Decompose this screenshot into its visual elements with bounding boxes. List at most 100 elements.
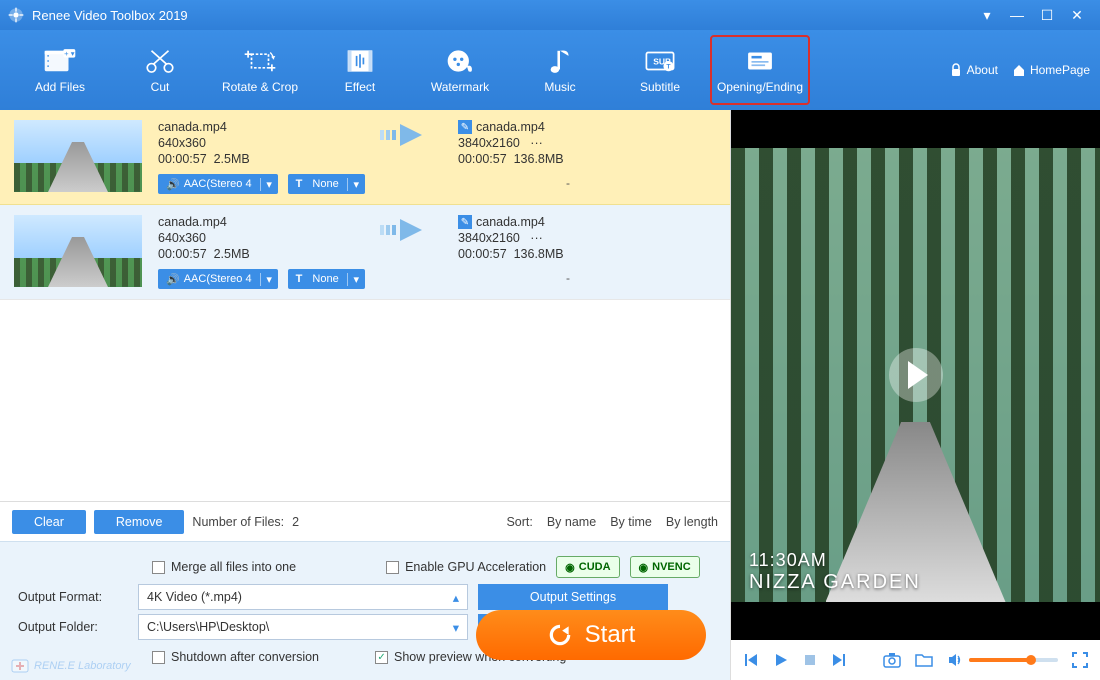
text-icon: T	[296, 178, 303, 190]
remove-button[interactable]: Remove	[94, 510, 185, 534]
toolbar-right-links: About HomePage	[949, 63, 1090, 77]
overlay-title: NIZZA GARDEN	[749, 571, 921, 594]
play-button[interactable]	[773, 652, 789, 668]
chevron-down-icon: ▾	[347, 273, 365, 286]
tool-cut[interactable]: Cut	[110, 35, 210, 105]
about-link[interactable]: About	[949, 63, 998, 77]
merge-checkbox[interactable]: Merge all files into one	[152, 560, 296, 574]
checkbox-icon	[152, 561, 165, 574]
subtitle-track-dropdown[interactable]: T None▾	[288, 269, 365, 289]
titlebar-dropdown[interactable]: ▾	[972, 7, 1002, 24]
sort-by-time[interactable]: By time	[610, 515, 652, 529]
output-extra-col: -	[458, 176, 678, 190]
gpu-checkbox[interactable]: Enable GPU Acceleration	[386, 560, 546, 574]
skip-forward-icon	[831, 652, 847, 668]
volume-control[interactable]	[947, 652, 1058, 668]
tool-label: Add Files	[35, 80, 85, 94]
camera-icon	[883, 652, 901, 668]
tool-label: Opening/Ending	[717, 80, 803, 94]
merge-label: Merge all files into one	[171, 560, 296, 574]
watermark-icon	[10, 656, 30, 676]
output-folder-label: Output Folder:	[18, 620, 128, 634]
sort-options: Sort: By name By time By length	[506, 515, 718, 529]
cuda-badge: ◉ CUDA	[556, 556, 619, 578]
shutdown-label: Shutdown after conversion	[171, 650, 319, 664]
fullscreen-button[interactable]	[1072, 652, 1088, 668]
add-files-icon: + ▾	[43, 46, 77, 76]
chevron-down-icon: ▾	[347, 178, 365, 191]
preview-overlay-text: 11:30AM NIZZA GARDEN	[749, 550, 921, 594]
tool-subtitle[interactable]: SUBT Subtitle	[610, 35, 710, 105]
output-format-select[interactable]: 4K Video (*.mp4) ▴	[138, 584, 468, 610]
open-folder-button[interactable]	[915, 652, 933, 668]
sort-label: Sort:	[506, 515, 532, 529]
snapshot-button[interactable]	[883, 652, 901, 668]
file-thumbnail	[14, 120, 142, 192]
folder-icon	[915, 652, 933, 668]
source-info: canada.mp4640x36000:00:57 2.5MB🔊 AAC(Ste…	[158, 120, 358, 194]
tool-music[interactable]: Music	[510, 35, 610, 105]
chevron-up-icon: ▴	[453, 590, 459, 605]
rotate-crop-icon	[243, 46, 277, 76]
tool-label: Cut	[151, 80, 170, 94]
tool-effect[interactable]: Effect	[310, 35, 410, 105]
video-preview[interactable]: 11:30AM NIZZA GARDEN	[731, 110, 1100, 640]
source-duration-size: 00:00:57 2.5MB	[158, 152, 358, 166]
minimize-button[interactable]: —	[1002, 7, 1032, 23]
file-thumbnail	[14, 215, 142, 287]
sort-by-length[interactable]: By length	[666, 515, 718, 529]
tool-label: Effect	[345, 80, 375, 94]
svg-text:+ ▾: + ▾	[64, 49, 75, 58]
close-button[interactable]: ✕	[1062, 7, 1092, 24]
output-info: ✎canada.mp43840x2160 ···00:00:57 136.8MB…	[458, 120, 678, 190]
checkbox-icon	[152, 651, 165, 664]
tool-watermark[interactable]: Watermark	[410, 35, 510, 105]
audio-track-dropdown[interactable]: 🔊 AAC(Stereo 4▾	[158, 269, 278, 289]
effect-icon	[343, 46, 377, 76]
output-filename: canada.mp4	[476, 215, 545, 229]
gpu-label: Enable GPU Acceleration	[405, 560, 546, 574]
sort-by-name[interactable]: By name	[547, 515, 596, 529]
stop-button[interactable]	[803, 653, 817, 667]
prev-button[interactable]	[743, 652, 759, 668]
preview-column: 11:30AM NIZZA GARDEN	[730, 110, 1100, 680]
play-overlay-button[interactable]	[889, 348, 943, 402]
conversion-arrow	[358, 215, 458, 245]
output-duration-size: 00:00:57 136.8MB	[458, 152, 678, 166]
tool-opening-ending[interactable]: Opening/Ending	[710, 35, 810, 105]
preview-controls	[731, 640, 1100, 680]
file-row[interactable]: canada.mp4640x36000:00:57 2.5MB🔊 AAC(Ste…	[0, 110, 730, 205]
lock-icon	[949, 63, 963, 77]
output-settings-button[interactable]: Output Settings	[478, 584, 668, 610]
edit-icon[interactable]: ✎	[458, 215, 472, 229]
conversion-arrow	[358, 120, 458, 150]
bottom-panel: Merge all files into one Enable GPU Acce…	[0, 541, 730, 680]
subtitle-track-dropdown[interactable]: T None▾	[288, 174, 365, 194]
next-button[interactable]	[831, 652, 847, 668]
output-folder-select[interactable]: C:\Users\HP\Desktop\ ▾	[138, 614, 468, 640]
file-list: canada.mp4 640x360 00:00:57 2.5MB 🔊 AAC(Ste…	[0, 110, 730, 501]
main-toolbar: + ▾ Add Files Cut Rotate & Crop Effect W…	[0, 30, 1100, 110]
volume-slider[interactable]	[969, 658, 1058, 662]
chevron-down-icon: ▾	[260, 273, 278, 286]
tool-label: Subtitle	[640, 80, 680, 94]
source-resolution: 640x360	[158, 231, 358, 245]
clear-button[interactable]: Clear	[12, 510, 86, 534]
maximize-button[interactable]: ☐	[1032, 7, 1062, 24]
file-row[interactable]: canada.mp4640x36000:00:57 2.5MB🔊 AAC(Ste…	[0, 205, 730, 300]
home-icon	[1012, 63, 1026, 77]
music-icon	[543, 46, 577, 76]
subtitle-icon: SUBT	[643, 46, 677, 76]
homepage-link[interactable]: HomePage	[1012, 63, 1090, 77]
start-button[interactable]: Start	[476, 610, 706, 660]
cut-icon	[143, 46, 177, 76]
edit-icon[interactable]: ✎	[458, 120, 472, 134]
content-area: canada.mp4 640x360 00:00:57 2.5MB 🔊 AAC(Ste…	[0, 110, 1100, 680]
shutdown-checkbox[interactable]: Shutdown after conversion	[152, 650, 319, 664]
checkbox-icon	[386, 561, 399, 574]
tool-add-files[interactable]: + ▾ Add Files	[10, 35, 110, 105]
stop-icon	[803, 653, 817, 667]
source-filename: canada.mp4	[158, 120, 358, 134]
tool-rotate-crop[interactable]: Rotate & Crop	[210, 35, 310, 105]
audio-track-dropdown[interactable]: 🔊 AAC(Stereo 4▾	[158, 174, 278, 194]
